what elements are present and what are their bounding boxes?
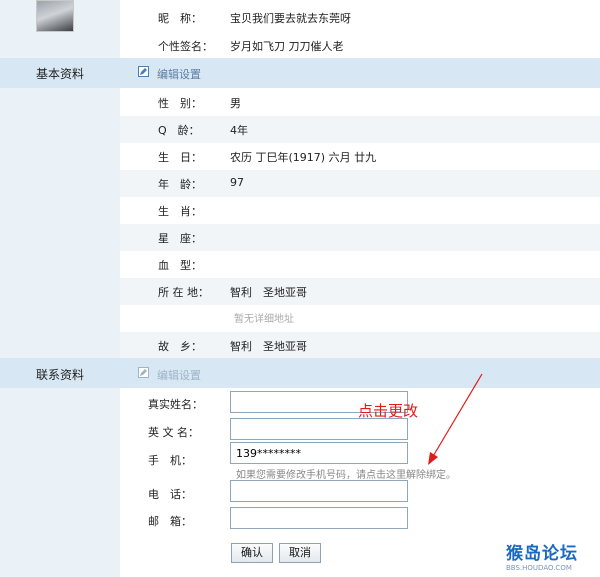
email-label: 邮 箱： [148,515,192,528]
constellation-label: 星 座： [158,232,202,245]
englishname-label: 英 文 名： [148,426,199,439]
phone-input[interactable] [230,480,408,502]
location-value: 智利 圣地亚哥 [230,286,307,299]
mobile-input[interactable] [230,442,408,464]
nickname-label: 昵 称： [158,12,202,25]
zodiac-label: 生 肖： [158,205,202,218]
mobile-label: 手 机： [148,454,192,467]
hometown-value: 智利 圣地亚哥 [230,340,307,353]
annotation-arrow-icon [428,373,483,465]
birthday-label: 生 日： [158,151,202,164]
annotation-text: 点击更改 [358,402,419,420]
englishname-input[interactable] [230,418,408,440]
contact-edit-link: 编辑设置 [157,369,201,382]
signature-label: 个性签名： [158,40,213,53]
contact-section-title: 联系资料 [35,368,84,382]
age-value: 97 [230,176,244,189]
address-placeholder: 暂无详细地址 [234,314,294,325]
confirm-button[interactable]: 确认 [231,543,273,563]
edit-icon[interactable] [138,66,149,77]
location-label: 所 在 地： [158,286,209,299]
signature-value: 岁月如飞刀 刀刀催人老 [230,40,344,53]
qage-label: Q 龄： [158,124,200,137]
watermark-logo: 猴岛论坛 BBS.HOUDAO.COM [506,539,594,573]
watermark-main: 猴岛论坛 [506,544,578,564]
qage-value: 4年 [230,124,248,137]
realname-label: 真实姓名： [148,398,203,411]
gender-label: 性 别： [158,97,202,110]
birthday-value: 农历 丁巳年(1917) 六月 廿九 [230,151,377,164]
edit-icon [138,367,149,378]
basic-edit-link[interactable]: 编辑设置 [157,66,201,82]
gender-value: 男 [230,97,241,110]
watermark-sub: BBS.HOUDAO.COM [506,564,572,572]
phone-label: 电 话： [148,488,192,501]
avatar[interactable] [36,0,74,32]
cancel-button[interactable]: 取消 [279,543,321,563]
age-label: 年 龄： [158,178,202,191]
basic-section-title: 基本资料 [35,67,84,81]
nickname-value: 宝贝我们要去就去东莞呀 [230,12,351,25]
bloodtype-label: 血 型： [158,259,202,272]
hometown-label: 故 乡： [158,340,202,353]
email-input[interactable] [230,507,408,529]
